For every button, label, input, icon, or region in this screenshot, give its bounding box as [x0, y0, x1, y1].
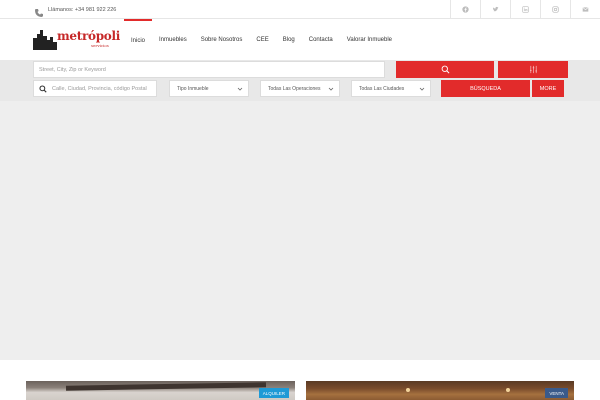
nav-item-sobre-nosotros[interactable]: Sobre Nosotros — [194, 19, 250, 60]
nav-item-contacta[interactable]: Contacta — [302, 19, 340, 60]
linkedin-link[interactable] — [510, 0, 540, 19]
sliders-icon — [529, 65, 537, 74]
chevron-down-icon — [328, 87, 334, 91]
instagram-icon — [552, 6, 559, 13]
nav-item-inmuebles[interactable]: Inmuebles — [152, 19, 194, 60]
map-area[interactable] — [0, 101, 600, 360]
advanced-filters-button[interactable] — [498, 61, 568, 78]
phone-text: Llámanos: +34 981 922 226 — [48, 6, 117, 13]
property-type-select[interactable]: Tipo Inmueble — [169, 80, 249, 97]
social-links — [450, 0, 600, 19]
nav-item-valorar-inmueble[interactable]: Valorar Inmueble — [340, 19, 399, 60]
phone-contact[interactable]: Llámanos: +34 981 922 226 — [34, 3, 117, 17]
site-header: metrópoli servicios Inicio Inmuebles Sob… — [0, 19, 600, 60]
listing-card[interactable]: ALQUILER — [26, 381, 295, 400]
busqueda-button[interactable]: BÚSQUEDA — [441, 80, 530, 97]
cities-select[interactable]: Todas Las Ciudades — [351, 80, 431, 97]
operations-value: Todas Las Operaciones — [268, 85, 321, 92]
main-nav: Inicio Inmuebles Sobre Nosotros CEE Blog… — [124, 19, 399, 60]
cities-value: Todas Las Ciudades — [359, 85, 405, 92]
search-bar: Street, City, Zip or Keyword Calle, Ciud… — [0, 60, 600, 101]
status-badge: ALQUILER — [258, 388, 289, 398]
chevron-down-icon — [237, 87, 243, 91]
property-type-value: Tipo Inmueble — [177, 85, 209, 92]
facebook-link[interactable] — [450, 0, 480, 19]
search-icon — [39, 84, 47, 93]
more-button[interactable]: MORE — [532, 80, 564, 97]
logo-subtitle: servicios — [91, 43, 109, 48]
city-skyline-icon — [33, 30, 57, 50]
twitter-icon — [492, 6, 499, 12]
site-logo[interactable]: metrópoli servicios — [33, 28, 120, 50]
phone-icon — [34, 5, 44, 17]
nav-item-cee[interactable]: CEE — [249, 19, 275, 60]
instagram-link[interactable] — [540, 0, 570, 19]
logo-text: metrópoli — [57, 29, 121, 43]
address-placeholder: Calle, Ciudad, Provincia, código Postal — [52, 85, 147, 92]
chevron-down-icon — [419, 87, 425, 91]
email-icon — [582, 7, 589, 12]
linkedin-icon — [522, 6, 529, 13]
email-link[interactable] — [570, 0, 600, 19]
search-submit-button[interactable] — [396, 61, 494, 78]
operations-select[interactable]: Todas Las Operaciones — [260, 80, 340, 97]
search-icon — [441, 65, 449, 74]
twitter-link[interactable] — [480, 0, 510, 19]
nav-item-inicio[interactable]: Inicio — [124, 19, 153, 60]
nav-item-blog[interactable]: Blog — [276, 19, 302, 60]
top-bar: Llámanos: +34 981 922 226 — [0, 0, 600, 19]
facebook-icon — [462, 6, 469, 13]
address-search-input[interactable]: Calle, Ciudad, Provincia, código Postal — [33, 80, 157, 97]
listing-photo — [506, 388, 510, 392]
listing-photo — [406, 388, 410, 392]
listing-photo — [65, 382, 267, 391]
status-badge: VENTA — [545, 388, 568, 398]
listing-card[interactable]: VENTA — [306, 381, 574, 400]
page: Llámanos: +34 981 922 226 metrópoli serv… — [0, 0, 600, 400]
keyword-search-input[interactable]: Street, City, Zip or Keyword — [33, 61, 385, 78]
